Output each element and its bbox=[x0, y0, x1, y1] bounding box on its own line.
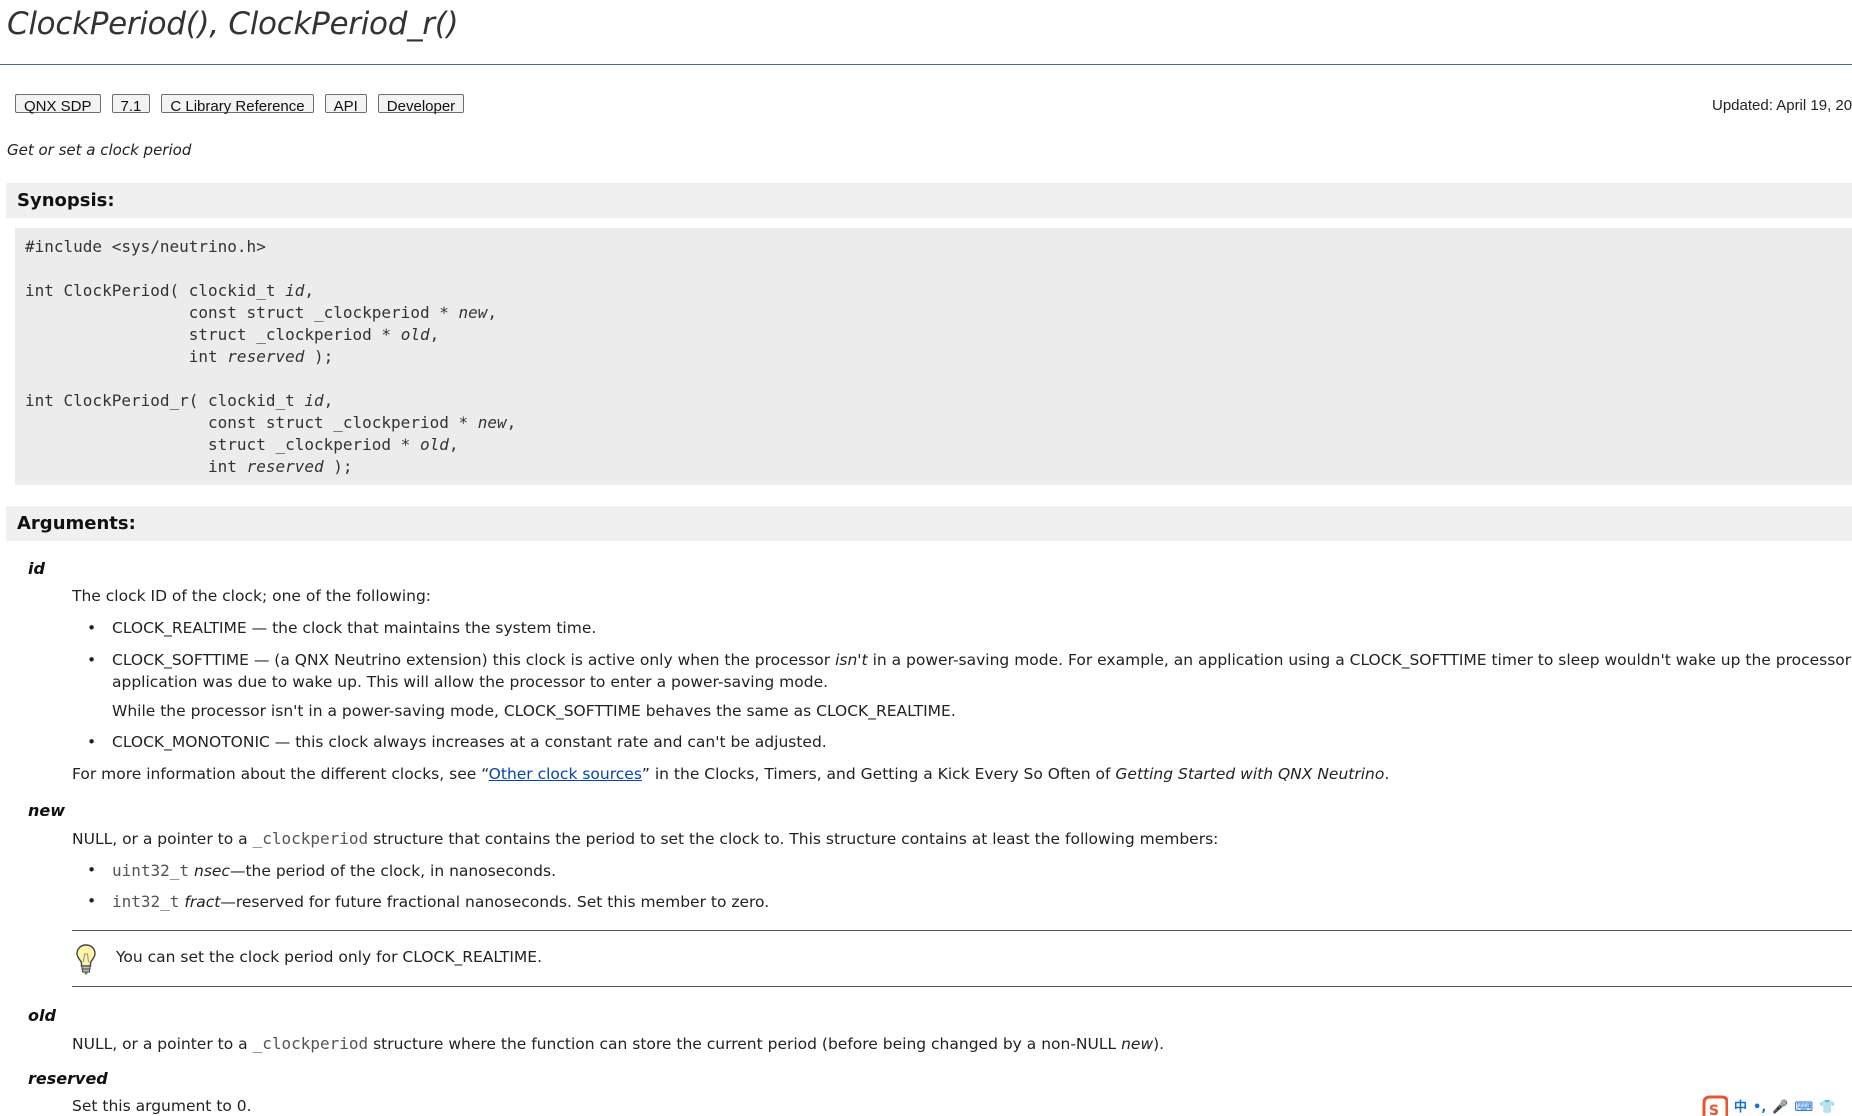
arg-term-old: old bbox=[28, 1006, 56, 1025]
note-top-rule bbox=[72, 930, 1852, 931]
list-item-clock-softtime-note: While the processor isn't in a power-sav… bbox=[112, 702, 956, 720]
arg-id-description: The clock ID of the clock; one of the fo… bbox=[72, 587, 432, 605]
other-clock-sources-link[interactable]: Other clock sources bbox=[489, 765, 642, 783]
note-bottom-rule bbox=[72, 986, 1852, 987]
struct-name: _clockperiod bbox=[252, 1034, 369, 1053]
svg-text:S: S bbox=[1709, 1103, 1719, 1116]
text-run: —the period of the clock, in nanoseconds… bbox=[229, 862, 556, 880]
text-run: For more information about the different… bbox=[72, 765, 489, 783]
ime-toolbar[interactable]: S 中 •, 🎤 ⌨ 👕 bbox=[1700, 1095, 1835, 1116]
arg-term-reserved: reserved bbox=[28, 1069, 108, 1088]
list-item-member-fract: int32_t fract—reserved for future fracti… bbox=[112, 892, 769, 911]
list-item-member-nsec: uint32_t nsec—the period of the clock, i… bbox=[112, 861, 556, 880]
text-run: —reserved for future fractional nanoseco… bbox=[220, 893, 770, 911]
emphasis: new bbox=[1121, 1035, 1154, 1053]
bullet-dot: • bbox=[87, 733, 97, 751]
bullet-dot: • bbox=[87, 651, 97, 669]
member-type: uint32_t bbox=[112, 861, 190, 880]
emphasis: isn't bbox=[835, 651, 868, 669]
member-name: nsec bbox=[194, 862, 230, 880]
text-run: structure that contains the period to se… bbox=[368, 830, 1219, 848]
text-run: NULL, or a pointer to a bbox=[72, 1035, 253, 1053]
bullet-dot: • bbox=[87, 619, 97, 637]
member-type: int32_t bbox=[112, 892, 180, 911]
note-text: You can set the clock period only for CL… bbox=[116, 948, 543, 966]
arg-term-new: new bbox=[28, 801, 66, 820]
doc-page: ClockPeriod(), ClockPeriod_r() QNX SDP 7… bbox=[0, 0, 1852, 1116]
list-item-clock-softtime-cont: application was due to wake up. This wil… bbox=[112, 673, 829, 691]
ime-chinese-mode[interactable]: 中 bbox=[1734, 1100, 1747, 1116]
text-run: . bbox=[1384, 765, 1390, 783]
keyboard-icon[interactable]: ⌨ bbox=[1794, 1100, 1813, 1116]
ime-punctuation[interactable]: •, bbox=[1753, 1100, 1766, 1116]
list-item-clock-monotonic: CLOCK_MONOTONIC — this clock always incr… bbox=[112, 733, 827, 751]
arg-term-id: id bbox=[28, 559, 45, 578]
microphone-icon[interactable]: 🎤 bbox=[1772, 1100, 1788, 1116]
arg-reserved-description: Set this argument to 0. bbox=[72, 1097, 252, 1115]
text-run: structure where the function can store t… bbox=[368, 1035, 1122, 1053]
text-run: ” in the Clocks, Timers, and Getting a K… bbox=[641, 765, 1116, 783]
arg-old-description: NULL, or a pointer to a _clockperiod str… bbox=[72, 1034, 1164, 1053]
text-run: CLOCK_SOFTTIME — (a QNX Neutrino extensi… bbox=[112, 651, 836, 669]
text-run: ). bbox=[1153, 1035, 1165, 1053]
arg-id-more-info: For more information about the different… bbox=[72, 765, 1389, 783]
struct-name: _clockperiod bbox=[252, 829, 369, 848]
lightbulb-icon bbox=[76, 944, 96, 975]
list-item-clock-softtime: CLOCK_SOFTTIME — (a QNX Neutrino extensi… bbox=[112, 651, 1852, 669]
bullet-dot: • bbox=[87, 861, 97, 879]
text-run: in a power-saving mode. For example, an … bbox=[867, 651, 1852, 669]
bullet-dot: • bbox=[87, 892, 97, 910]
arg-new-description: NULL, or a pointer to a _clockperiod str… bbox=[72, 829, 1218, 848]
skin-icon[interactable]: 👕 bbox=[1819, 1100, 1835, 1116]
text-run: NULL, or a pointer to a bbox=[72, 830, 253, 848]
member-name: fract bbox=[184, 893, 221, 911]
arguments-list: id The clock ID of the clock; one of the… bbox=[0, 0, 1852, 1116]
sogou-ime-icon[interactable]: S bbox=[1700, 1095, 1728, 1116]
book-title: Getting Started with QNX Neutrino bbox=[1115, 765, 1385, 783]
list-item-clock-realtime: CLOCK_REALTIME — the clock that maintain… bbox=[112, 619, 597, 637]
